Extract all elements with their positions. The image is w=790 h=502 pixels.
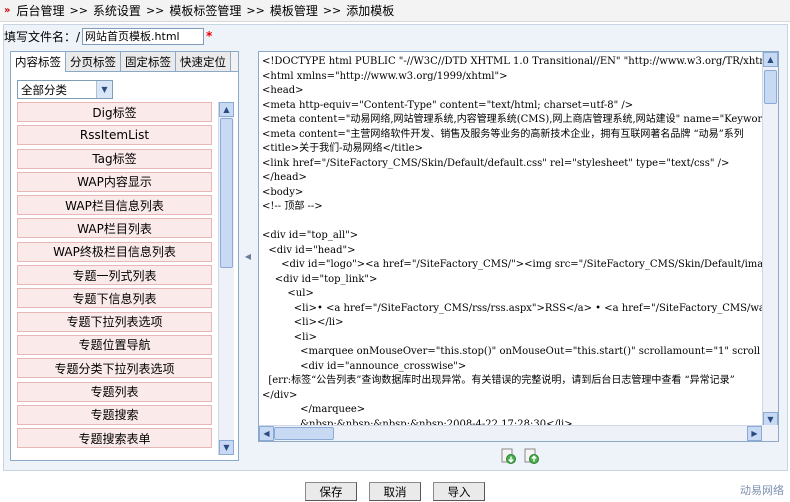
code-line: </div> [262,389,298,401]
tag-tab-bar: 内容标签 分页标签 固定标签 快速定位 [11,52,238,72]
code-horizontal-scrollbar[interactable]: ◀ ▶ [259,425,763,441]
code-line: <!-- 顶部 --> [262,201,323,212]
code-line: <meta content="主营网络软件开发、销售及服务等业务的高新技术企业，… [262,128,744,140]
tag-list-item[interactable]: 专题位置导航 [17,334,212,355]
tab-content-tags[interactable]: 内容标签 [11,52,66,72]
breadcrumb-arrow-icon: » [4,5,11,16]
tag-list-item[interactable]: 专题下拉列表选项 [17,311,212,332]
tag-list-item[interactable]: 专题分类下拉列表选项 [17,358,212,379]
scroll-left-icon[interactable]: ◀ [259,426,274,441]
code-line: <!DOCTYPE html PUBLIC "-//W3C//DTD XHTML… [262,56,763,67]
brand-logo-text: 动易网络 [740,484,784,497]
breadcrumb-item[interactable]: 系统设置 [93,2,141,19]
tag-list-item[interactable]: RssItemList [17,125,212,146]
filename-label: 填写文件名：/ [4,29,81,44]
panel-splitter[interactable]: ◀ [244,51,252,461]
breadcrumb-item[interactable]: 模板管理 [270,2,318,19]
tag-list-item[interactable]: WAP栏目列表 [17,218,212,239]
tag-list-item[interactable]: 专题搜索表单 [17,428,212,449]
cancel-button[interactable]: 取消 [369,482,421,501]
filename-row: 填写文件名：/ * [4,27,212,45]
scroll-up-icon[interactable]: ▲ [763,52,778,67]
code-line: <div id="top_all"> [262,230,359,241]
collapse-left-icon[interactable]: ◀ [245,252,251,261]
code-line: <div id="top_link"> [262,273,378,285]
tag-list-scrollbar[interactable]: ▲ ▼ [218,102,234,455]
tag-list-item[interactable]: WAP栏目信息列表 [17,195,212,216]
tab-paging-tags[interactable]: 分页标签 [66,52,121,71]
code-line: <html xmlns="http://www.w3.org/1999/xhtm… [262,70,508,82]
tag-list-item[interactable]: Tag标签 [17,148,212,169]
breadcrumb-item[interactable]: 模板标签管理 [169,2,241,19]
tag-list-item[interactable]: 专题下信息列表 [17,288,212,309]
breadcrumb-separator: >> [322,4,342,17]
breadcrumb-item[interactable]: 后台管理 [16,2,64,19]
breadcrumb: » 后台管理 >> 系统设置 >> 模板标签管理 >> 模板管理 >> 添加模板 [0,0,790,22]
tab-fixed-tags[interactable]: 固定标签 [121,52,176,71]
code-line: <link href="/SiteFactory_CMS/Skin/Defaul… [262,157,730,169]
code-line: <li> [262,331,317,343]
code-line: <meta http-equiv="Content-Type" content=… [262,99,634,111]
code-line: <meta content="动易网络,网站管理系统,内容管理系统(CMS),网… [262,114,763,125]
category-select-value: 全部分类 [21,82,67,97]
code-line: <div id="head"> [262,244,356,256]
filename-input[interactable] [82,27,205,45]
scroll-up-icon[interactable]: ▲ [219,102,234,117]
code-line: <div id="announce_crosswise"> [262,360,467,372]
code-line: <marquee onMouseOver="this.stop()" onMou… [262,346,761,357]
tag-list-item[interactable]: 专题搜索 [17,404,212,425]
tag-list-item[interactable]: 专题列表 [17,381,212,402]
export-template-icon[interactable] [523,448,539,464]
scroll-thumb[interactable] [274,427,334,440]
tag-list-container: Dig标签 RssItemList Tag标签 WAP内容显示 WAP栏目信息列表 WAP… [17,102,234,455]
import-template-icon[interactable] [500,448,516,464]
code-line: <ul> [262,288,314,299]
code-line: </marquee> [262,404,366,415]
code-line: [err:标签“公告列表”查询数据库时出现异常。有关错误的完整说明，请到后台日志… [262,375,735,386]
code-line: <li></li> [262,317,344,328]
code-line: <title>关于我们-动易网络</title> [262,143,423,154]
code-view[interactable]: <!DOCTYPE html PUBLIC "-//W3C//DTD XHTML… [259,52,763,427]
breadcrumb-separator: >> [145,4,165,17]
code-line: <head> [262,85,304,96]
tag-list-item[interactable]: Dig标签 [17,102,212,122]
tag-panel: 内容标签 分页标签 固定标签 快速定位 全部分类 ▼ Dig标签 RssItemL… [10,51,239,461]
tag-list-item[interactable]: WAP内容显示 [17,171,212,192]
breadcrumb-separator: >> [246,4,265,17]
scroll-thumb[interactable] [220,118,233,268]
code-text[interactable]: <!DOCTYPE html PUBLIC "-//W3C//DTD XHTML… [262,55,763,427]
category-select[interactable]: 全部分类 ▼ [17,80,113,99]
required-mark: * [206,29,213,43]
scroll-down-icon[interactable]: ▼ [219,440,234,455]
code-line: </head> [262,172,307,183]
scrollbar-corner [762,425,778,441]
tag-list-item[interactable]: 专题一列式列表 [17,265,212,286]
chevron-down-icon[interactable]: ▼ [96,81,112,98]
scroll-right-icon[interactable]: ▶ [747,426,762,441]
scroll-thumb[interactable] [764,70,777,104]
code-line: <body> [262,186,304,198]
template-code-editor[interactable]: <!DOCTYPE html PUBLIC "-//W3C//DTD XHTML… [258,51,779,442]
code-vertical-scrollbar[interactable]: ▲ ▼ [762,52,778,427]
save-button[interactable]: 保存 [305,482,357,501]
tag-list-item[interactable]: WAP终极栏目信息列表 [17,241,212,262]
breadcrumb-item-current: 添加模板 [346,4,395,18]
tag-list: Dig标签 RssItemList Tag标签 WAP内容显示 WAP栏目信息列表 WAP… [17,102,215,451]
tab-quick-locate[interactable]: 快速定位 [176,52,231,71]
code-line: <li>• <a href="/SiteFactory_CMS/rss/rss.… [262,302,763,314]
breadcrumb-separator: >> [69,4,88,17]
code-line: <div id="logo"><a href="/SiteFactory_CMS… [262,259,763,270]
import-button[interactable]: 导入 [433,482,485,501]
